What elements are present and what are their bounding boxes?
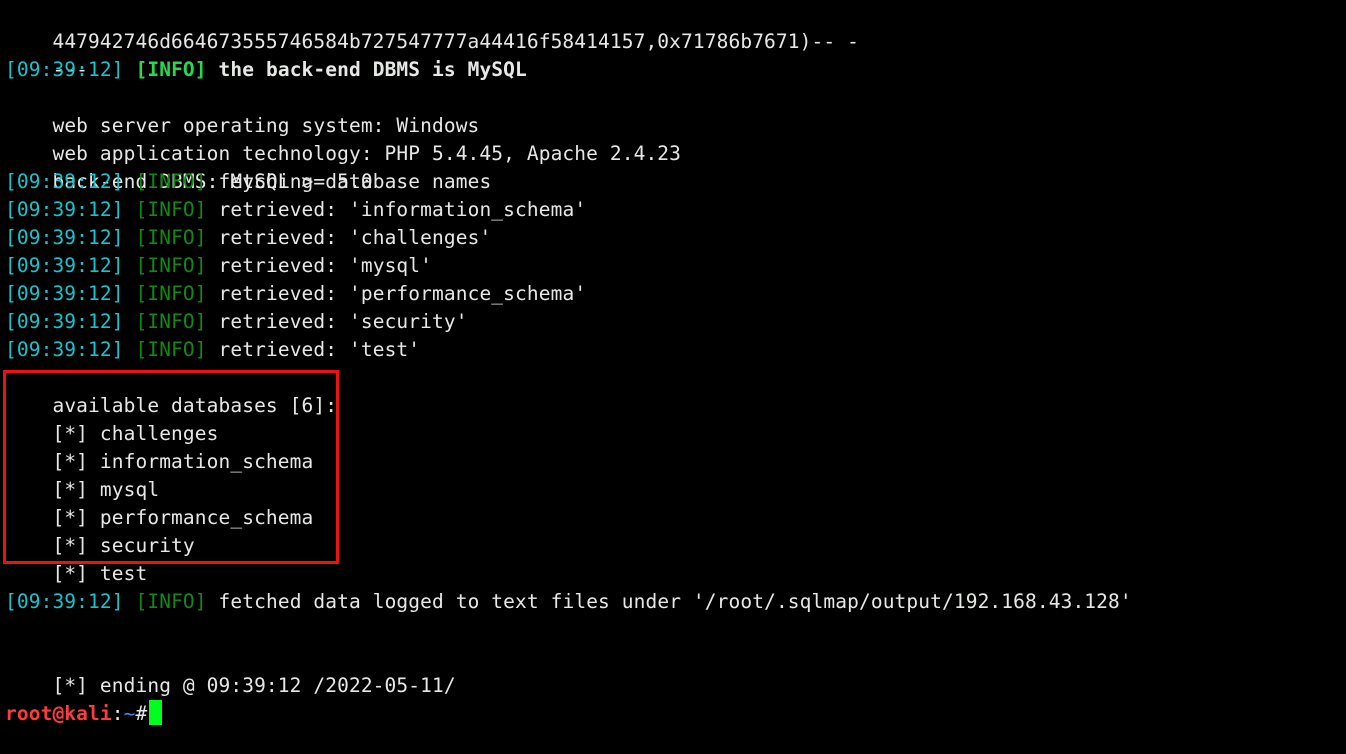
log-level-info: [INFO] <box>135 58 207 81</box>
terminal-window[interactable]: 447942746d664673555746584b727547777a4441… <box>0 0 1346 754</box>
terminal-line-retrieved: [09:39:12] [INFO] retrieved: 'informatio… <box>0 196 1346 224</box>
log-message: retrieved: 'test' <box>218 338 421 361</box>
log-level-info: [INFO] <box>135 198 207 221</box>
terminal-line-fetched-logged: [09:39:12] [INFO] fetched data logged to… <box>0 588 1346 616</box>
available-databases-header: available databases [6]: <box>0 364 1346 417</box>
database-list-item: [*] challenges <box>0 392 1346 445</box>
log-level-info: [INFO] <box>135 226 207 249</box>
database-list-item: [*] security <box>0 504 1346 557</box>
log-timestamp: [09:39:12] <box>5 58 124 81</box>
terminal-line-retrieved: [09:39:12] [INFO] retrieved: 'test' <box>0 336 1346 364</box>
terminal-line-retrieved: [09:39:12] [INFO] retrieved: 'performanc… <box>0 280 1346 308</box>
log-level-info: [INFO] <box>135 590 207 613</box>
log-level-info: [INFO] <box>135 282 207 305</box>
log-timestamp: [09:39:12] <box>5 338 124 361</box>
prompt-path: ~ <box>123 702 136 725</box>
shell-prompt-line[interactable]: root@kali:~# <box>0 700 1346 728</box>
log-level-info: [INFO] <box>135 170 207 193</box>
terminal-line-fetching-db-names: [09:39:12] [INFO] fetching database name… <box>0 168 1346 196</box>
log-message: retrieved: 'security' <box>218 310 468 333</box>
prompt-sigil: # <box>135 702 148 725</box>
log-timestamp: [09:39:12] <box>5 254 124 277</box>
log-message: retrieved: 'mysql' <box>218 254 433 277</box>
terminal-line-web-app-tech: web application technology: PHP 5.4.45, … <box>0 112 1346 165</box>
prompt-colon: : <box>111 702 124 725</box>
terminal-line-back-end-dbms: back-end DBMS: MySQL >= 5.0 <box>0 140 1346 193</box>
log-timestamp: [09:39:12] <box>5 590 124 613</box>
log-level-info: [INFO] <box>135 338 207 361</box>
terminal-line-retrieved: [09:39:12] [INFO] retrieved: 'security' <box>0 308 1346 336</box>
terminal-line-retrieved: [09:39:12] [INFO] retrieved: 'challenges… <box>0 224 1346 252</box>
log-message: retrieved: 'challenges' <box>218 226 492 249</box>
terminal-line-ending: [*] ending @ 09:39:12 /2022-05-11/ <box>0 644 1346 697</box>
prompt-user-host: root@kali <box>5 702 112 725</box>
terminal-line-payload: 447942746d664673555746584b727547777a4441… <box>0 0 1346 53</box>
log-level-info: [INFO] <box>135 310 207 333</box>
log-message: the back-end DBMS is MySQL <box>218 58 527 81</box>
database-list-item: [*] test <box>0 532 1346 585</box>
cursor-block <box>149 700 163 725</box>
log-timestamp: [09:39:12] <box>5 170 124 193</box>
log-timestamp: [09:39:12] <box>5 226 124 249</box>
log-timestamp: [09:39:12] <box>5 310 124 333</box>
terminal-line-separator: --- <box>0 28 1346 81</box>
log-message: retrieved: 'performance_schema' <box>218 282 587 305</box>
terminal-line-web-server-os: web server operating system: Windows <box>0 84 1346 137</box>
log-timestamp: [09:39:12] <box>5 198 124 221</box>
log-timestamp: [09:39:12] <box>5 282 124 305</box>
database-list-item: [*] information_schema <box>0 420 1346 473</box>
log-message: fetching database names <box>218 170 492 193</box>
terminal-line-dbms-info: [09:39:12] [INFO] the back-end DBMS is M… <box>0 56 1346 84</box>
log-message: retrieved: 'information_schema' <box>218 198 587 221</box>
database-list-item: [*] mysql <box>0 448 1346 501</box>
terminal-line-retrieved: [09:39:12] [INFO] retrieved: 'mysql' <box>0 252 1346 280</box>
log-level-info: [INFO] <box>135 254 207 277</box>
log-message: fetched data logged to text files under … <box>218 590 1132 613</box>
database-list-item: [*] performance_schema <box>0 476 1346 529</box>
